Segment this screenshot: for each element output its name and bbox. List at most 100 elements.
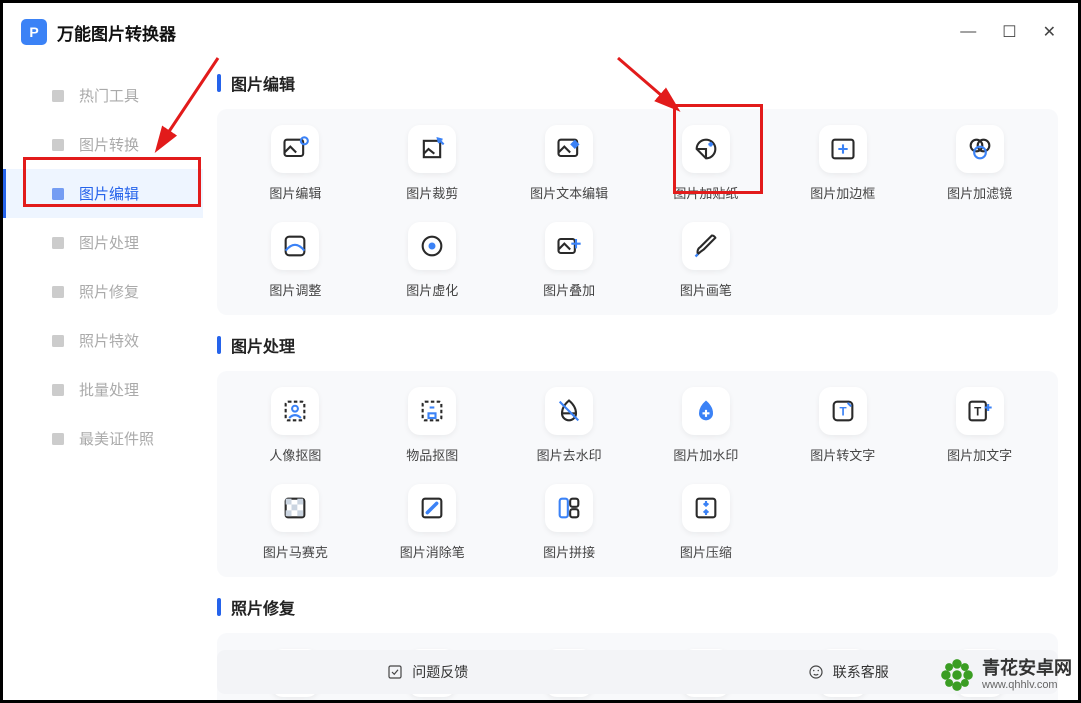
tool-item-1-7[interactable]: 图片消除笔: [364, 484, 501, 561]
text-edit-icon: [545, 125, 593, 173]
sidebar-item-6[interactable]: 批量处理: [3, 365, 203, 414]
contact-icon: [807, 663, 825, 681]
brush-icon: [682, 222, 730, 270]
tool-label: 图片虚化: [406, 280, 458, 299]
tool-item-0-9[interactable]: 图片画笔: [637, 222, 774, 299]
tool-item-0-4[interactable]: 图片加边框: [774, 125, 911, 202]
tool-item-0-5[interactable]: 图片加滤镜: [911, 125, 1048, 202]
overlay-icon: [545, 222, 593, 270]
collage-icon: [545, 484, 593, 532]
person-cutout-icon: [271, 387, 319, 435]
minimize-button[interactable]: —: [956, 19, 980, 45]
feedback-icon: [386, 663, 404, 681]
maximize-button[interactable]: ☐: [998, 18, 1020, 46]
add-text-icon: [956, 387, 1004, 435]
ocr-icon: [819, 387, 867, 435]
tool-label: 图片调整: [269, 280, 321, 299]
sticker-icon: [682, 125, 730, 173]
content-area: 图片编辑 图片编辑 图片裁剪 图片文本编辑 图片加贴纸 图片加边框: [203, 61, 1078, 700]
tool-label: 图片去水印: [537, 445, 602, 464]
section-title: 照片修复: [217, 595, 1058, 619]
tool-label: 图片消除笔: [400, 542, 465, 561]
tool-item-0-1[interactable]: 图片裁剪: [364, 125, 501, 202]
sidebar-item-label: 图片转换: [79, 134, 139, 155]
feedback-label: 问题反馈: [412, 662, 468, 682]
title-bar: P 万能图片转换器 — ☐ ✕: [3, 3, 1078, 61]
sidebar-item-4[interactable]: 照片修复: [3, 267, 203, 316]
tool-item-1-1[interactable]: 物品抠图: [364, 387, 501, 464]
tool-item-0-2[interactable]: 图片文本编辑: [501, 125, 638, 202]
sidebar-icon: [49, 430, 67, 448]
feedback-button[interactable]: 问题反馈: [217, 650, 638, 694]
app-title: 万能图片转换器: [57, 20, 176, 45]
tool-label: 图片叠加: [543, 280, 595, 299]
tool-label: 图片加文字: [947, 445, 1012, 464]
filter-icon: [956, 125, 1004, 173]
sidebar-icon: [49, 381, 67, 399]
tool-label: 图片画笔: [680, 280, 732, 299]
sidebar-item-label: 热门工具: [79, 85, 139, 106]
tool-item-0-6[interactable]: 图片调整: [227, 222, 364, 299]
remove-watermark-icon: [545, 387, 593, 435]
tool-label: 图片编辑: [269, 183, 321, 202]
section-title: 图片编辑: [217, 71, 1058, 95]
tool-item-1-0[interactable]: 人像抠图: [227, 387, 364, 464]
sidebar-item-label: 图片编辑: [79, 183, 139, 204]
tool-label: 人像抠图: [269, 445, 321, 464]
tool-label: 图片压缩: [680, 542, 732, 561]
close-button[interactable]: ✕: [1039, 18, 1060, 46]
sidebar-icon: [49, 332, 67, 350]
tool-grid: 图片编辑 图片裁剪 图片文本编辑 图片加贴纸 图片加边框 图片加滤镜: [217, 109, 1058, 315]
blur-icon: [408, 222, 456, 270]
sidebar-item-label: 图片处理: [79, 232, 139, 253]
sidebar-item-5[interactable]: 照片特效: [3, 316, 203, 365]
sidebar-icon: [49, 136, 67, 154]
tool-item-1-5[interactable]: 图片加文字: [911, 387, 1048, 464]
sidebar-item-0[interactable]: 热门工具: [3, 71, 203, 120]
tool-item-1-9[interactable]: 图片压缩: [637, 484, 774, 561]
object-cutout-icon: [408, 387, 456, 435]
mosaic-icon: [271, 484, 319, 532]
sidebar-item-label: 最美证件照: [79, 428, 154, 449]
footer-bar: 问题反馈 联系客服: [217, 650, 1058, 694]
tool-label: 图片加边框: [810, 183, 875, 202]
tool-item-0-7[interactable]: 图片虚化: [364, 222, 501, 299]
tool-grid: 人像抠图 物品抠图 图片去水印 图片加水印 图片转文字 图片加文字: [217, 371, 1058, 577]
sidebar-item-label: 照片修复: [79, 281, 139, 302]
tool-label: 图片转文字: [810, 445, 875, 464]
window-controls: — ☐ ✕: [956, 18, 1060, 46]
tool-item-0-3[interactable]: 图片加贴纸: [637, 125, 774, 202]
tool-item-1-6[interactable]: 图片马赛克: [227, 484, 364, 561]
tool-item-0-8[interactable]: 图片叠加: [501, 222, 638, 299]
sidebar: 热门工具图片转换图片编辑图片处理照片修复照片特效批量处理最美证件照: [3, 61, 203, 700]
sidebar-item-7[interactable]: 最美证件照: [3, 414, 203, 463]
sidebar-item-1[interactable]: 图片转换: [3, 120, 203, 169]
tool-label: 图片裁剪: [406, 183, 458, 202]
compress-icon: [682, 484, 730, 532]
sidebar-item-label: 照片特效: [79, 330, 139, 351]
sidebar-icon: [49, 87, 67, 105]
watermark: 青花安卓网 www.qhhlv.com: [938, 656, 1072, 694]
tool-label: 图片加贴纸: [673, 183, 738, 202]
tool-label: 图片马赛克: [263, 542, 328, 561]
watermark-name: 青花安卓网: [982, 658, 1072, 680]
adjust-icon: [271, 222, 319, 270]
eraser-icon: [408, 484, 456, 532]
tool-item-1-3[interactable]: 图片加水印: [637, 387, 774, 464]
crop-icon: [408, 125, 456, 173]
watermark-logo-icon: [938, 656, 976, 694]
tool-label: 图片拼接: [543, 542, 595, 561]
contact-label: 联系客服: [833, 662, 889, 682]
tool-label: 物品抠图: [406, 445, 458, 464]
tool-item-1-2[interactable]: 图片去水印: [501, 387, 638, 464]
tool-label: 图片加滤镜: [947, 183, 1012, 202]
sidebar-item-3[interactable]: 图片处理: [3, 218, 203, 267]
sidebar-item-2[interactable]: 图片编辑: [3, 169, 203, 218]
app-logo-icon: P: [21, 19, 47, 45]
tool-item-0-0[interactable]: 图片编辑: [227, 125, 364, 202]
border-icon: [819, 125, 867, 173]
image-edit-icon: [271, 125, 319, 173]
tool-item-1-4[interactable]: 图片转文字: [774, 387, 911, 464]
tool-item-1-8[interactable]: 图片拼接: [501, 484, 638, 561]
tool-label: 图片加水印: [673, 445, 738, 464]
